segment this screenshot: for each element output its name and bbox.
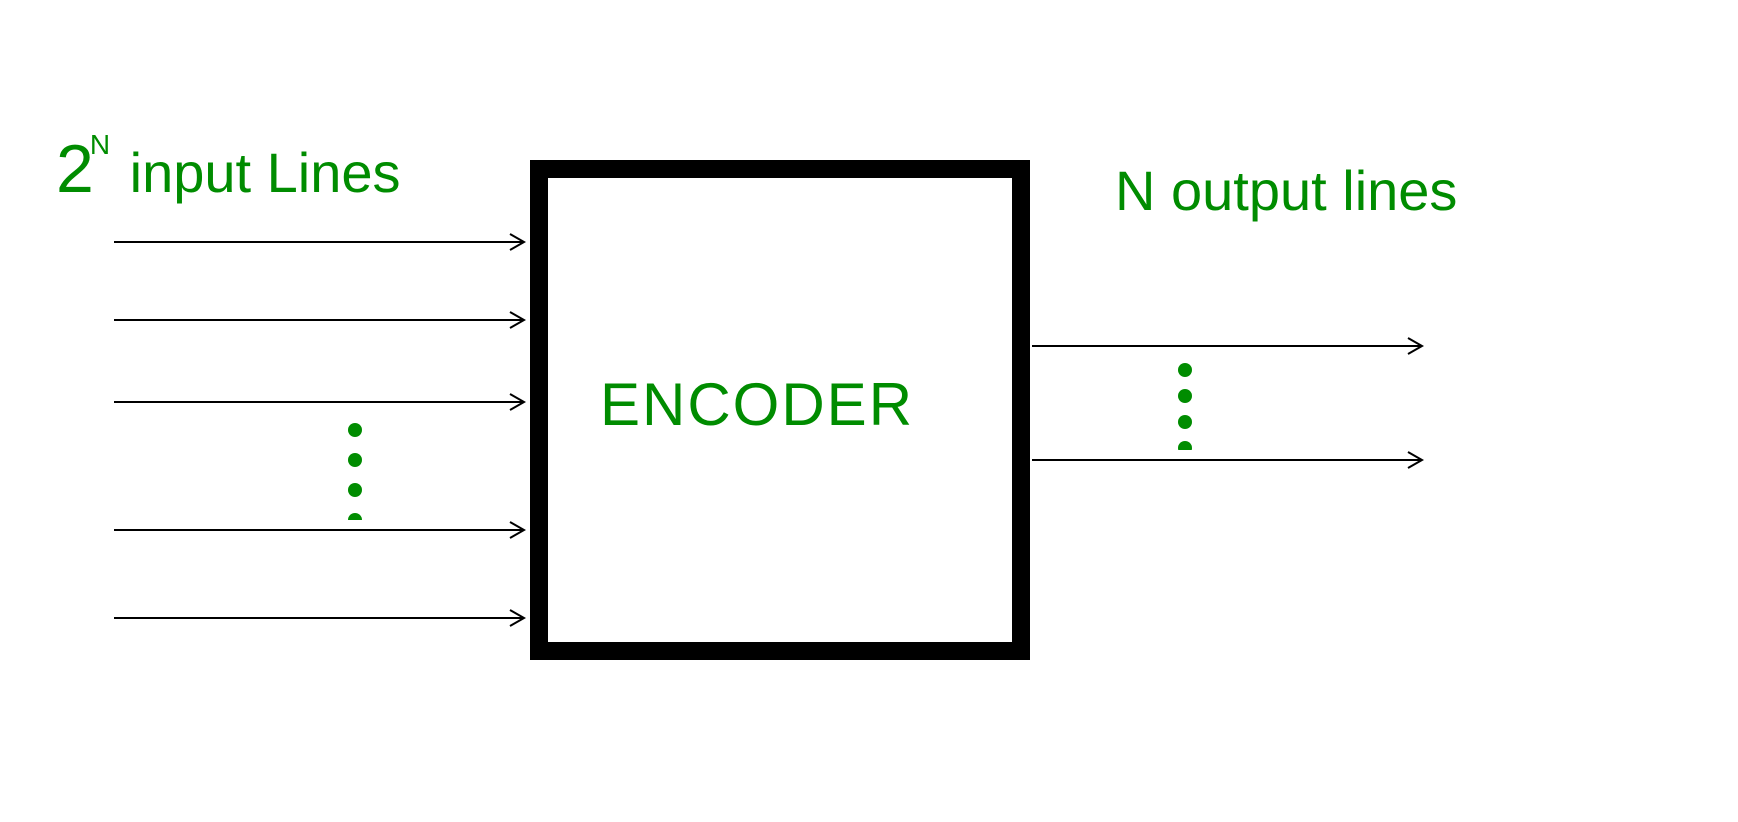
output-lines-text: N output lines	[1115, 159, 1457, 222]
input-base-number: 2	[56, 131, 94, 207]
output-arrow-2	[1032, 450, 1432, 470]
input-arrow-1	[114, 232, 534, 252]
input-arrow-2	[114, 310, 534, 330]
output-arrow-1	[1032, 336, 1432, 356]
encoder-box-label: ENCODER	[600, 370, 914, 439]
input-lines-label: 2N input Lines	[56, 130, 401, 208]
output-ellipsis-dots	[1175, 360, 1195, 450]
output-lines-label: N output lines	[1115, 158, 1457, 223]
input-arrow-4	[114, 520, 534, 540]
input-arrow-3	[114, 392, 534, 412]
input-lines-text: input Lines	[114, 141, 400, 204]
input-arrow-5	[114, 608, 534, 628]
input-exponent: N	[90, 129, 110, 160]
input-ellipsis-dots	[345, 420, 365, 520]
